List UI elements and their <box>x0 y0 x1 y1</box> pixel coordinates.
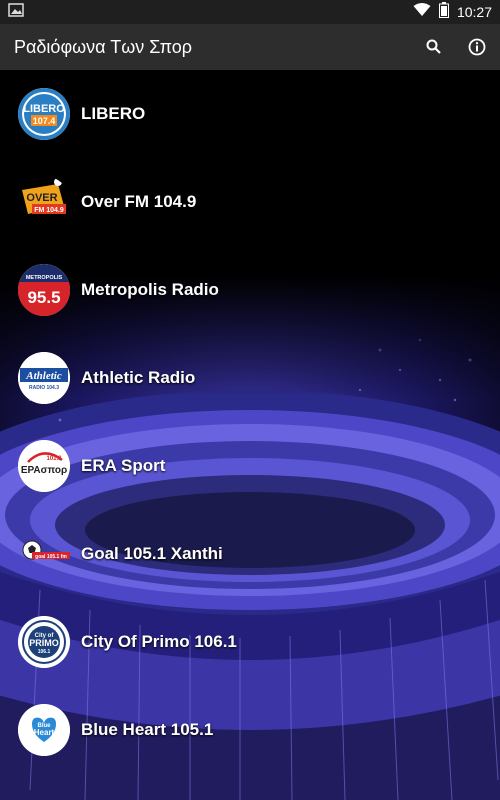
primo-logo-icon: City of PRIMO 106.1 <box>18 616 70 668</box>
metropolis-logo-freq: 95.5 <box>27 288 60 307</box>
goal-logo-icon: goal 105.1 fm <box>18 528 70 580</box>
blueheart-logo-icon: Blue Heart <box>18 704 70 756</box>
blueheart-logo-text2: Heart <box>34 728 55 737</box>
station-label: Metropolis Radio <box>81 280 219 299</box>
athletic-logo-freq: RADIO 104.3 <box>29 385 59 391</box>
station-label: Goal 105.1 Xanthi <box>81 544 223 563</box>
station-label: Over FM 104.9 <box>81 192 197 211</box>
station-item[interactable]: LIBERO 107.4 LIBERO <box>0 70 500 158</box>
wifi-icon <box>413 2 431 22</box>
station-item[interactable]: 101.8 ΕΡΑσπορ ERA Sport <box>0 422 500 510</box>
station-label: Athletic Radio <box>81 368 196 387</box>
battery-icon <box>438 1 449 23</box>
station-item[interactable]: METROPOLIS 95.5 Metropolis Radio <box>0 246 500 334</box>
libero-logo-text: LIBERO <box>23 103 65 115</box>
libero-logo-freq: 107.4 <box>33 116 56 126</box>
station-item[interactable]: City of PRIMO 106.1 City Of Primo 106.1 <box>0 598 500 686</box>
search-icon[interactable] <box>426 39 442 55</box>
station-label: LIBERO <box>81 104 146 123</box>
page-title: Ραδιόφωνα Των Σπορ <box>14 36 192 57</box>
image-notification-icon <box>8 2 24 22</box>
station-label: Blue Heart 105.1 <box>81 720 214 739</box>
station-list: LIBERO 107.4 LIBERO OVER FM 104.9 Over F… <box>0 70 500 800</box>
app-bar: Ραδιόφωνα Των Σπορ <box>0 24 500 70</box>
athletic-logo-text: Athletic <box>25 370 62 382</box>
metropolis-logo-text: METROPOLIS <box>26 275 63 281</box>
status-bar: 10:27 <box>0 0 500 24</box>
station-label: ERA Sport <box>81 456 166 475</box>
erasport-logo-icon: 101.8 ΕΡΑσπορ <box>18 440 70 492</box>
goal-logo-text: goal 105.1 fm <box>35 554 67 560</box>
erasport-logo-text: ΕΡΑσπορ <box>21 465 67 476</box>
metropolis-logo-icon: METROPOLIS 95.5 <box>18 264 70 316</box>
station-item[interactable]: goal 105.1 fm Goal 105.1 Xanthi <box>0 510 500 598</box>
station-item[interactable]: OVER FM 104.9 Over FM 104.9 <box>0 158 500 246</box>
athletic-logo-icon: Athletic RADIO 104.3 <box>18 352 70 404</box>
primo-logo-freq: 106.1 <box>38 649 51 655</box>
overfm-logo-text: OVER <box>26 192 57 204</box>
info-icon[interactable] <box>468 38 486 56</box>
station-label: City Of Primo 106.1 <box>81 632 237 651</box>
overfm-logo-freq: FM 104.9 <box>34 207 64 214</box>
overfm-logo-icon: OVER FM 104.9 <box>18 176 70 228</box>
libero-logo-icon: LIBERO 107.4 <box>18 88 70 140</box>
station-item[interactable]: Athletic RADIO 104.3 Athletic Radio <box>0 334 500 422</box>
station-item[interactable]: Blue Heart Blue Heart 105.1 <box>0 686 500 774</box>
primo-logo-text2: PRIMO <box>29 638 59 648</box>
status-time: 10:27 <box>456 4 492 20</box>
erasport-logo-freq: 101.8 <box>46 456 62 462</box>
